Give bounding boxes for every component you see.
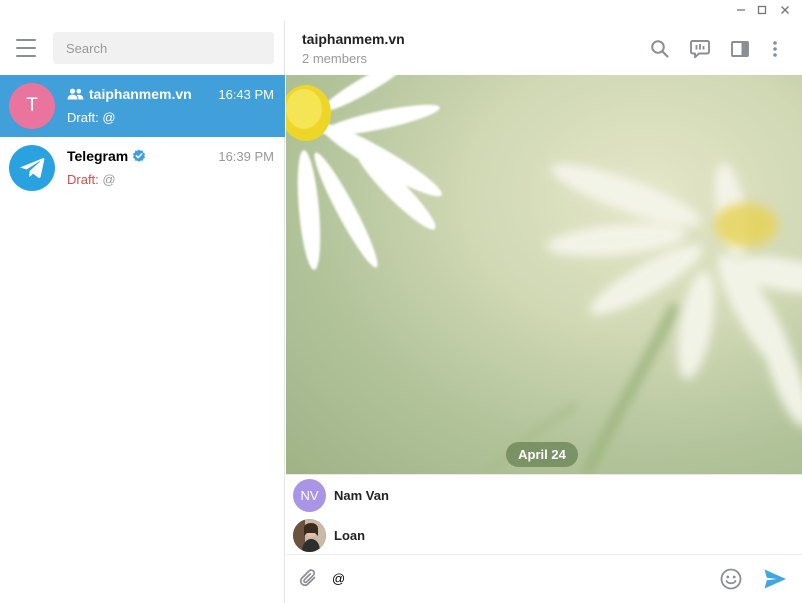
member-count: 2 members: [302, 51, 368, 66]
mention-item-nam-van[interactable]: NV Nam Van: [286, 475, 802, 515]
sidebar-toggle-icon[interactable]: [728, 37, 752, 61]
date-separator: April 24: [506, 442, 578, 467]
discussion-icon[interactable]: [688, 37, 712, 61]
attach-icon[interactable]: [296, 566, 322, 592]
chat-draft-preview: Draft: @: [67, 172, 116, 187]
conversation-panel: taiphanmem.vn 2 members April 24 NV Nam …: [286, 20, 802, 603]
mention-name: Loan: [334, 528, 366, 543]
search-icon[interactable]: [648, 37, 672, 61]
avatar: T: [9, 83, 55, 129]
chat-name: Telegram: [67, 148, 146, 164]
chat-name-text: taiphanmem.vn: [89, 86, 192, 102]
avatar: NV: [293, 479, 326, 512]
chat-name: taiphanmem.vn: [67, 86, 192, 102]
chat-time: 16:43 PM: [218, 87, 274, 102]
chat-list-panel: T taiphanmem.vn 16:43 PM Draft: @: [0, 20, 285, 603]
close-icon[interactable]: [775, 0, 795, 20]
draft-label: Draft:: [67, 172, 99, 187]
maximize-icon[interactable]: [752, 0, 772, 20]
draft-text: @: [102, 110, 116, 125]
conversation-header: taiphanmem.vn 2 members: [286, 20, 802, 75]
draft-text: @: [102, 172, 116, 187]
search-input[interactable]: [53, 32, 274, 64]
window-titlebar: [0, 0, 802, 20]
emoji-icon[interactable]: [718, 566, 744, 592]
minimize-icon[interactable]: [731, 0, 751, 20]
avatar-initials: NV: [300, 488, 319, 503]
chat-item-telegram[interactable]: Telegram 16:39 PM Draft: @: [0, 137, 285, 199]
chat-list-header: [0, 20, 285, 75]
message-input[interactable]: [332, 565, 712, 591]
conversation-title[interactable]: taiphanmem.vn: [302, 31, 405, 47]
chat-time: 16:39 PM: [218, 149, 274, 164]
chat-item-taiphanmem[interactable]: T taiphanmem.vn 16:43 PM Draft: @: [0, 75, 285, 137]
verified-badge-icon: [132, 149, 146, 163]
chat-name-text: Telegram: [67, 148, 129, 164]
telegram-plane-icon: [9, 145, 55, 191]
message-composer: [286, 554, 802, 603]
mention-item-loan[interactable]: Loan: [286, 515, 802, 555]
mention-name: Nam Van: [334, 488, 389, 503]
chat-wallpaper: April 24: [286, 75, 802, 474]
mention-suggestions: NV Nam Van Loan: [286, 474, 802, 554]
hamburger-menu-icon[interactable]: [12, 37, 40, 59]
draft-label: Draft:: [67, 110, 99, 125]
chat-draft-preview: Draft: @: [67, 110, 116, 125]
group-icon: [67, 88, 84, 100]
photo-avatar: [293, 519, 326, 552]
daisy-wallpaper-art: [286, 75, 802, 474]
avatar-letter: T: [26, 95, 38, 116]
send-icon[interactable]: [762, 566, 788, 592]
more-vertical-icon[interactable]: [763, 37, 787, 61]
